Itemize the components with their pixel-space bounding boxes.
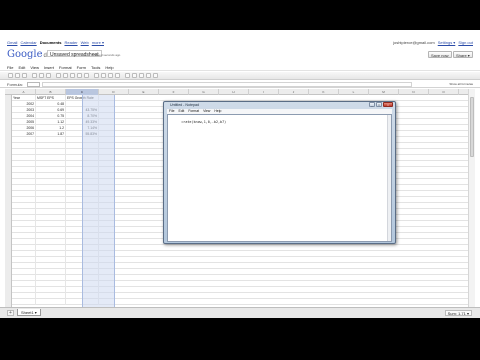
save-status: Saved seconds ago bbox=[94, 53, 121, 57]
bold-icon[interactable] bbox=[63, 73, 68, 78]
vertical-scrollbar[interactable] bbox=[468, 89, 475, 307]
share-button[interactable]: Share ▾ bbox=[453, 51, 473, 58]
number-format-icon[interactable] bbox=[46, 73, 51, 78]
delete-icon[interactable] bbox=[132, 73, 137, 78]
align-icon[interactable] bbox=[101, 73, 106, 78]
redo-icon[interactable] bbox=[22, 73, 27, 78]
notepad-title: Untitled - Notepad bbox=[170, 103, 199, 107]
cell-reference-field[interactable] bbox=[27, 82, 40, 87]
menu-format[interactable]: Format bbox=[59, 65, 72, 70]
wrap-icon[interactable] bbox=[115, 73, 120, 78]
google-top-bar: Gmail Calendar Documents Reader Web more ▾ jo… bbox=[0, 40, 480, 46]
percent-format-icon[interactable] bbox=[39, 73, 44, 78]
show-all-formulas-link[interactable]: Show all formulas bbox=[449, 82, 473, 86]
currency-format-icon[interactable] bbox=[32, 73, 37, 78]
table-row[interactable] bbox=[12, 299, 468, 305]
strikethrough-icon[interactable] bbox=[70, 73, 75, 78]
text-color-icon[interactable] bbox=[77, 73, 82, 78]
borders-icon[interactable] bbox=[94, 73, 99, 78]
minimize-icon[interactable]: _ bbox=[369, 102, 375, 107]
sum-indicator[interactable]: Sum: 1.71 ▾ bbox=[444, 310, 472, 316]
row-headers bbox=[5, 95, 12, 307]
cell[interactable] bbox=[66, 299, 99, 305]
top-link-calendar[interactable]: Calendar bbox=[20, 40, 36, 45]
top-link-web[interactable]: Web bbox=[81, 40, 89, 45]
doc-title-bar: Googledocs Unsaved spreadsheet Saved sec… bbox=[0, 48, 480, 64]
menu-help[interactable]: Help bbox=[105, 65, 113, 70]
sheet-tab-bar: + Sheet1 ▾ Sum: 1.71 ▾ bbox=[0, 307, 480, 318]
sort-icon[interactable] bbox=[139, 73, 144, 78]
add-sheet-button[interactable]: + bbox=[7, 310, 14, 316]
top-link-more[interactable]: more ▾ bbox=[92, 40, 104, 45]
functions-icon[interactable] bbox=[146, 73, 151, 78]
cell[interactable] bbox=[36, 299, 66, 305]
merge-icon[interactable] bbox=[108, 73, 113, 78]
menu-edit[interactable]: Edit bbox=[18, 65, 25, 70]
sheet-tab[interactable]: Sheet1 ▾ bbox=[17, 309, 41, 316]
google-app-links: Gmail Calendar Documents Reader Web more ▾ bbox=[7, 40, 104, 45]
sign-out-link[interactable]: Sign out bbox=[458, 40, 473, 45]
menu-bar: File Edit View Insert Format Form Tools Help bbox=[0, 65, 480, 71]
print-icon[interactable] bbox=[8, 73, 13, 78]
formula-input[interactable] bbox=[42, 82, 412, 87]
top-link-reader[interactable]: Reader bbox=[64, 40, 77, 45]
menu-tools[interactable]: Tools bbox=[91, 65, 100, 70]
save-now-button[interactable]: Save now bbox=[428, 51, 452, 58]
menu-view[interactable]: View bbox=[30, 65, 39, 70]
menu-items: File Edit View Insert Format Form Tools Help bbox=[7, 65, 114, 70]
maximize-icon[interactable]: □ bbox=[376, 102, 382, 107]
app-frame: Gmail Calendar Documents Reader Web more ▾ jo… bbox=[0, 30, 480, 318]
insert-icon[interactable] bbox=[125, 73, 130, 78]
fill-color-icon[interactable] bbox=[84, 73, 89, 78]
notepad-text-area[interactable]: =rate(know,1,0,-b2,b7) bbox=[167, 114, 392, 242]
formula-bar: Formula: Show all formulas bbox=[0, 81, 480, 88]
chart-icon[interactable] bbox=[153, 73, 158, 78]
menu-form[interactable]: Form bbox=[77, 65, 86, 70]
account-links: joshtpierce@gmail.com Settings ▾ Sign ou… bbox=[393, 40, 473, 45]
window-controls: _ □ × bbox=[369, 102, 393, 107]
top-link-gmail[interactable]: Gmail bbox=[7, 40, 17, 45]
notepad-content: =rate(know,1,0,-b2,b7) bbox=[181, 120, 227, 124]
menu-file[interactable]: File bbox=[7, 65, 13, 70]
scrollbar-thumb[interactable] bbox=[470, 97, 474, 157]
close-icon[interactable]: × bbox=[383, 102, 393, 107]
formatting-toolbar bbox=[0, 72, 480, 80]
settings-link[interactable]: Settings ▾ bbox=[438, 40, 456, 45]
notepad-scrollbar[interactable] bbox=[387, 115, 391, 241]
cell[interactable] bbox=[12, 299, 36, 305]
menu-insert[interactable]: Insert bbox=[44, 65, 54, 70]
top-link-documents[interactable]: Documents bbox=[40, 40, 62, 45]
formula-label: Formula: bbox=[7, 82, 23, 87]
account-email: joshtpierce@gmail.com bbox=[393, 40, 435, 45]
undo-icon[interactable] bbox=[15, 73, 20, 78]
font-size-icon[interactable] bbox=[56, 73, 61, 78]
logo-brand: Google bbox=[7, 49, 43, 60]
notepad-window[interactable]: Untitled - Notepad _ □ × File Edit Format V… bbox=[163, 101, 396, 244]
